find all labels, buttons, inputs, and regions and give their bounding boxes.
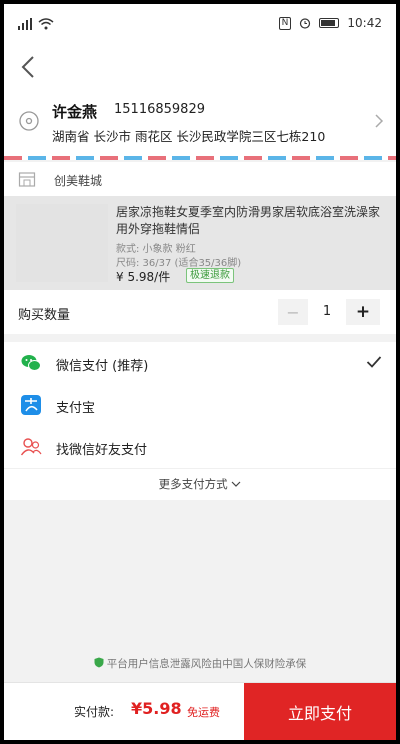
chevron-down-icon [231, 481, 241, 487]
quantity-minus-button[interactable]: − [278, 299, 308, 325]
recipient-name: 许金燕 [52, 103, 98, 121]
check-icon [366, 356, 382, 368]
address-detail: 湖南省 长沙市 雨花区 长沙民政学院三区七栋210 [52, 129, 326, 144]
battery-icon [319, 18, 340, 28]
friend-pay-icon [20, 438, 42, 456]
quantity-plus-button[interactable]: + [346, 299, 380, 325]
payment-label: 支付宝 [56, 401, 96, 416]
wifi-icon [38, 18, 54, 30]
signal-icon [18, 18, 32, 30]
wechat-pay-icon [21, 355, 41, 371]
payment-label: 微信支付 (推荐) [56, 359, 149, 374]
product-card: 居家凉拖鞋女夏季室内防滑男家居软底浴室洗澡家用外穿拖鞋情侣 款式: 小象款 粉红… [4, 196, 396, 290]
checkout-bar: 实付款: ¥5.98 免运费 立即支付 [4, 682, 396, 740]
product-style: 款式: 小象款 粉红 [116, 244, 196, 255]
nfc-icon: N [278, 16, 292, 30]
quantity-row: 购买数量 − 1 + [4, 290, 396, 334]
shipping-address[interactable]: 许金燕 15116859829 湖南省 长沙市 雨花区 长沙民政学院三区七栋21… [4, 88, 396, 156]
quantity-value: 1 [322, 304, 332, 319]
status-time: 10:42 [347, 16, 382, 30]
product-price: ¥ 5.98/件 [116, 270, 171, 284]
address-stripe-divider [4, 156, 396, 160]
insurance-notice: 平台用户信息泄露风险由中国人保财险承保 [4, 656, 396, 671]
more-payment-methods[interactable]: 更多支付方式 [4, 468, 396, 500]
payment-option-friend[interactable]: 找微信好友支付 [4, 426, 396, 468]
payment-methods: 微信支付 (推荐) 支付宝 找微信好友支付 更多支付方式 [4, 342, 396, 500]
total-amount: ¥5.98 [131, 699, 182, 718]
free-shipping-label: 免运费 [187, 706, 220, 719]
more-payment-label: 更多支付方式 [158, 477, 228, 491]
product-title: 居家凉拖鞋女夏季室内防滑男家居软底浴室洗澡家用外穿拖鞋情侣 [116, 205, 381, 236]
alipay-icon [21, 395, 41, 415]
shop-icon [18, 172, 36, 187]
nav-bar [4, 46, 396, 88]
back-arrow-icon[interactable] [14, 52, 44, 82]
payment-option-alipay[interactable]: 支付宝 [4, 384, 396, 426]
alarm-icon [300, 18, 311, 29]
shop-header: 创美鞋城 [4, 162, 396, 196]
status-bar: N 10:42 [4, 4, 396, 46]
shop-name: 创美鞋城 [54, 174, 103, 188]
pay-now-button[interactable]: 立即支付 [244, 683, 396, 740]
payment-label: 找微信好友支付 [56, 443, 148, 458]
order-confirm-screen: N 10:42 许金燕 15116859829 湖南省 长沙市 雨花区 长沙民政… [4, 4, 396, 740]
payment-option-wechat[interactable]: 微信支付 (推荐) [4, 342, 396, 384]
quantity-label: 购买数量 [18, 308, 71, 323]
insurance-text: 平台用户信息泄露风险由中国人保财险承保 [106, 658, 307, 670]
shield-icon [94, 657, 104, 668]
product-thumbnail [16, 204, 108, 282]
location-icon [19, 111, 39, 131]
recipient-phone: 15116859829 [114, 102, 205, 117]
product-size: 尺码: 36/37 (适合35/36脚) [116, 258, 242, 269]
chevron-right-icon [375, 114, 384, 128]
fast-refund-badge: 极速退款 [186, 268, 234, 283]
total-label: 实付款: [74, 705, 115, 719]
